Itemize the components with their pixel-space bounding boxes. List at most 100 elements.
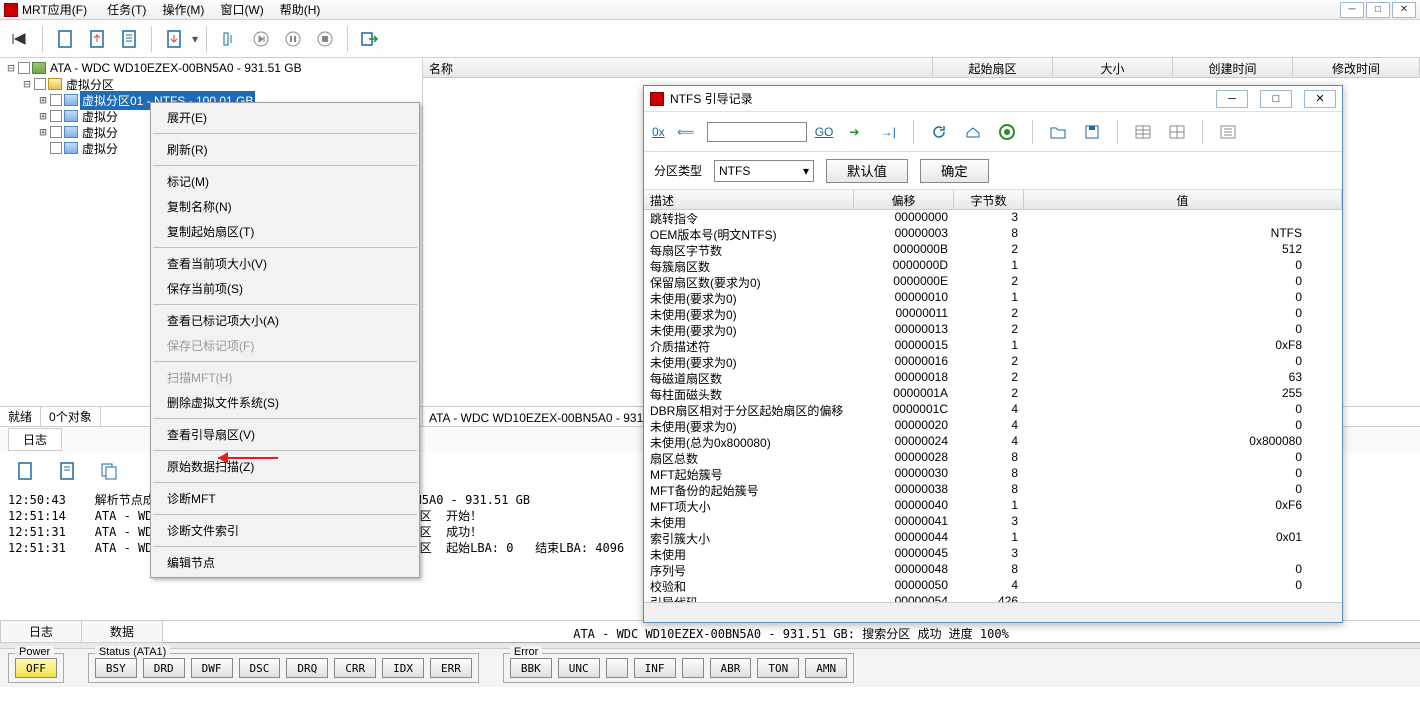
dlg-minimize[interactable]: ─ <box>1216 90 1248 108</box>
dlg-maximize[interactable]: □ <box>1260 90 1292 108</box>
menu-help[interactable]: 帮助(H) <box>272 0 329 20</box>
dlg-row[interactable]: MFT起始簇号0000003080 <box>644 466 1342 482</box>
refresh-icon[interactable] <box>926 119 952 145</box>
dlg-close[interactable]: ✕ <box>1304 90 1336 108</box>
grid1-icon[interactable] <box>1130 119 1156 145</box>
dlg-row[interactable]: 保留扇区数(要求为0)0000000E20 <box>644 274 1342 290</box>
dlg-row[interactable]: 未使用(要求为0)0000001320 <box>644 322 1342 338</box>
ctx-refresh[interactable]: 刷新(R) <box>151 137 419 162</box>
status-drq[interactable]: DRQ <box>286 658 328 678</box>
ctx-diagidx[interactable]: 诊断文件索引 <box>151 518 419 543</box>
dlg-row[interactable]: MFT备份的起始簇号0000003880 <box>644 482 1342 498</box>
log-save-icon[interactable] <box>54 458 80 484</box>
ctx-savecur[interactable]: 保存当前项(S) <box>151 276 419 301</box>
ctx-delvfs[interactable]: 删除虚拟文件系统(S) <box>151 390 419 415</box>
dlg-row[interactable]: 跳转指令000000003 <box>644 210 1342 226</box>
dlg-row[interactable]: 未使用(要求为0)0000001620 <box>644 354 1342 370</box>
close-button[interactable]: ✕ <box>1392 2 1416 18</box>
back-start-icon[interactable] <box>6 25 34 53</box>
dlg-row[interactable]: 未使用(总为0x800080)0000002440x800080 <box>644 434 1342 450</box>
step-right-icon[interactable]: →| <box>875 119 901 145</box>
dlg-row[interactable]: 校验和0000005040 <box>644 578 1342 594</box>
doc-list-icon[interactable] <box>115 25 143 53</box>
ctx-viewcur[interactable]: 查看当前项大小(V) <box>151 251 419 276</box>
record-icon[interactable] <box>994 119 1020 145</box>
pause-icon[interactable] <box>279 25 307 53</box>
dlg-row[interactable]: 索引簇大小0000004410x01 <box>644 530 1342 546</box>
stop-icon[interactable] <box>311 25 339 53</box>
status-drd[interactable]: DRD <box>143 658 185 678</box>
dlg-col-off[interactable]: 偏移 <box>854 190 954 209</box>
error-unc[interactable]: UNC <box>558 658 600 678</box>
doc-down-icon[interactable] <box>160 25 188 53</box>
status-crr[interactable]: CRR <box>334 658 376 678</box>
log-tab[interactable]: 日志 <box>8 428 62 451</box>
dlg-row[interactable]: 未使用(要求为0)0000002040 <box>644 418 1342 434</box>
col-size[interactable]: 大小 <box>1053 58 1173 77</box>
dlg-row[interactable]: 未使用(要求为0)0000001120 <box>644 306 1342 322</box>
maximize-button[interactable]: □ <box>1366 2 1390 18</box>
ctx-editnode[interactable]: 编辑节点 <box>151 550 419 575</box>
default-button[interactable]: 默认值 <box>826 159 908 183</box>
hex-prefix[interactable]: 0x <box>652 125 665 139</box>
col-name[interactable]: 名称 <box>423 58 933 77</box>
ctx-diagmft[interactable]: 诊断MFT <box>151 486 419 511</box>
menu-operate[interactable]: 操作(M) <box>154 0 212 20</box>
error-abr[interactable]: ABR <box>710 658 752 678</box>
dlg-col-val[interactable]: 值 <box>1024 190 1342 209</box>
menu-task[interactable]: 任务(T) <box>99 0 154 20</box>
minimize-button[interactable]: ─ <box>1340 2 1364 18</box>
status-dwf[interactable]: DWF <box>191 658 233 678</box>
ctx-copystart[interactable]: 复制起始扇区(T) <box>151 219 419 244</box>
log-copy-icon[interactable] <box>96 458 122 484</box>
go-button[interactable]: GO <box>815 125 834 139</box>
menu-window[interactable]: 窗口(W) <box>212 0 271 20</box>
status-bsy[interactable]: BSY <box>95 658 137 678</box>
col-start[interactable]: 起始扇区 <box>933 58 1053 77</box>
exit-icon[interactable] <box>356 25 384 53</box>
ctx-viewmark[interactable]: 查看已标记项大小(A) <box>151 308 419 333</box>
status-idx[interactable]: IDX <box>382 658 424 678</box>
dlg-row[interactable]: DBR扇区相对于分区起始扇区的偏移0000001C40 <box>644 402 1342 418</box>
fwd-arrow-icon[interactable]: ➔ <box>841 119 867 145</box>
offset-input[interactable] <box>707 122 807 142</box>
error-amn[interactable]: AMN <box>805 658 847 678</box>
dlg-col-bytes[interactable]: 字节数 <box>954 190 1024 209</box>
dlg-row[interactable]: 引导代码00000054426 <box>644 594 1342 602</box>
status-dsc[interactable]: DSC <box>239 658 281 678</box>
ctx-expand[interactable]: 展开(E) <box>151 105 419 130</box>
error-bbk[interactable]: BBK <box>510 658 552 678</box>
grid2-icon[interactable] <box>1164 119 1190 145</box>
log-doc-icon[interactable] <box>12 458 38 484</box>
ctx-mark[interactable]: 标记(M) <box>151 169 419 194</box>
power-off-button[interactable]: OFF <box>15 658 57 678</box>
col-ctime[interactable]: 创建时间 <box>1173 58 1293 77</box>
dlg-row[interactable]: 未使用000000453 <box>644 546 1342 562</box>
dlg-row[interactable]: 每簇扇区数0000000D10 <box>644 258 1342 274</box>
doc-icon[interactable] <box>51 25 79 53</box>
error-blank[interactable] <box>682 658 704 678</box>
dlg-row[interactable]: 每磁道扇区数00000018263 <box>644 370 1342 386</box>
doc-up-icon[interactable] <box>83 25 111 53</box>
folder-icon[interactable] <box>1045 119 1071 145</box>
ctx-viewboot[interactable]: 查看引导扇区(V) <box>151 422 419 447</box>
step-icon[interactable] <box>215 25 243 53</box>
dlg-grid-body[interactable]: 跳转指令000000003OEM版本号(明文NTFS)000000038NTFS… <box>644 210 1342 602</box>
dlg-row[interactable]: OEM版本号(明文NTFS)000000038NTFS <box>644 226 1342 242</box>
save-icon[interactable] <box>1079 119 1105 145</box>
status-err[interactable]: ERR <box>430 658 472 678</box>
bottom-tab-log[interactable]: 日志 <box>0 620 82 643</box>
error-inf[interactable]: INF <box>634 658 676 678</box>
disk-icon[interactable] <box>960 119 986 145</box>
type-select[interactable]: NTFS▾ <box>714 160 814 182</box>
dlg-row[interactable]: 未使用000000413 <box>644 514 1342 530</box>
dlg-row[interactable]: 序列号0000004880 <box>644 562 1342 578</box>
dlg-col-desc[interactable]: 描述 <box>644 190 854 209</box>
dlg-row[interactable]: 每扇区字节数0000000B2512 <box>644 242 1342 258</box>
dlg-row[interactable]: 未使用(要求为0)0000001010 <box>644 290 1342 306</box>
ok-button[interactable]: 确定 <box>920 159 989 183</box>
dlg-row[interactable]: 每柱面磁头数0000001A2255 <box>644 386 1342 402</box>
dlg-row[interactable]: 扇区总数0000002880 <box>644 450 1342 466</box>
col-mtime[interactable]: 修改时间 <box>1293 58 1420 77</box>
dlg-row[interactable]: 介质描述符0000001510xF8 <box>644 338 1342 354</box>
